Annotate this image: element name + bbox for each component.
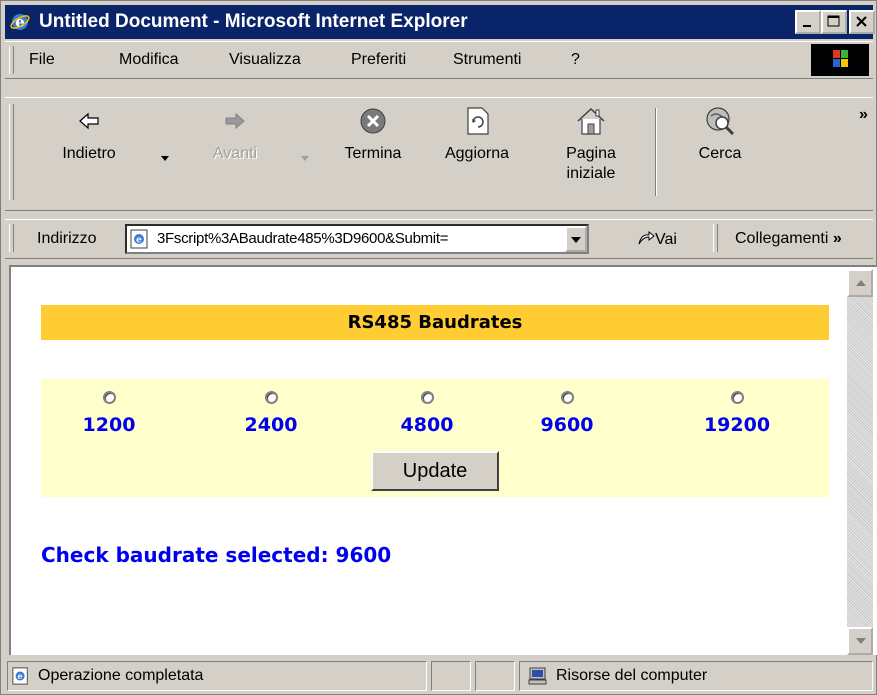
vertical-scrollbar[interactable]: [847, 269, 873, 655]
scroll-up-button[interactable]: [847, 269, 873, 297]
menu-visualizza[interactable]: Visualizza: [229, 51, 301, 69]
links-grip[interactable]: [713, 224, 718, 252]
baudrate-option-4800[interactable]: 4800: [367, 391, 487, 436]
back-arrow-icon: [79, 112, 99, 130]
back-dropdown-icon[interactable]: [161, 156, 169, 161]
ie-logo-icon: e: [10, 13, 30, 31]
address-grip[interactable]: [9, 224, 14, 252]
maximize-button[interactable]: [821, 10, 847, 34]
stop-button[interactable]: Termina: [335, 104, 411, 164]
close-icon: [856, 16, 867, 27]
browser-window: e Untitled Document - Microsoft Internet…: [0, 0, 877, 695]
status-cell-empty-1: [431, 661, 471, 691]
status-zone: Risorse del computer: [556, 667, 708, 684]
refresh-icon: [467, 107, 489, 135]
address-dropdown-button[interactable]: [565, 226, 587, 252]
standard-toolbar: Indietro Avanti Termina Aggiorna Pagina …: [5, 97, 873, 211]
baudrate-label: 4800: [400, 414, 454, 436]
menu-help[interactable]: ?: [571, 51, 580, 69]
window-title: Untitled Document - Microsoft Internet E…: [39, 11, 468, 32]
forward-dropdown-icon[interactable]: [301, 156, 309, 161]
toolbar-grip[interactable]: [9, 104, 14, 200]
svg-text:e: e: [18, 671, 23, 681]
computer-icon: [528, 667, 547, 685]
close-button[interactable]: [849, 10, 875, 34]
address-label: Indirizzo: [37, 230, 97, 247]
page-heading: RS485 Baudrates: [41, 305, 829, 340]
back-label: Indietro: [62, 145, 116, 162]
links-label: Collegamenti: [735, 230, 829, 247]
page-done-icon: e: [12, 667, 28, 685]
radio-4800[interactable]: [420, 391, 434, 404]
go-label: Vai: [655, 231, 677, 248]
baudrate-option-1200[interactable]: 1200: [49, 391, 169, 436]
search-globe-icon: [706, 107, 735, 136]
search-button[interactable]: Cerca: [685, 104, 755, 164]
stop-icon: [360, 108, 386, 134]
address-input[interactable]: e 3Fscript%3ABaudrate485%3D9600&Submit=: [125, 224, 589, 254]
menu-bar: File Modifica Visualizza Preferiti Strum…: [5, 41, 873, 79]
refresh-button[interactable]: Aggiorna: [435, 104, 519, 164]
status-bar: e Operazione completata Risorse del comp…: [5, 659, 873, 693]
go-arrow-icon: [638, 230, 655, 245]
address-bar: Indirizzo e 3Fscript%3ABaudrate485%3D960…: [5, 219, 873, 259]
toolbar-separator: [655, 108, 657, 196]
selected-baudrate-text: Check baudrate selected: 9600: [41, 543, 392, 567]
home-icon: [577, 107, 605, 135]
radio-1200[interactable]: [102, 391, 116, 404]
baudrate-label: 9600: [540, 414, 594, 436]
scroll-down-button[interactable]: [847, 627, 873, 655]
baudrate-label: 19200: [703, 414, 771, 436]
page-ie-icon: e: [130, 229, 148, 249]
home-label: Pagina iniziale: [566, 145, 616, 182]
minimize-icon: [803, 25, 811, 27]
menu-strumenti[interactable]: Strumenti: [453, 51, 521, 69]
address-url: 3Fscript%3ABaudrate485%3D9600&Submit=: [157, 230, 449, 247]
page-content: RS485 Baudrates 1200 2400 4800 9600 1920…: [13, 269, 845, 653]
forward-label: Avanti: [212, 145, 258, 162]
go-button[interactable]: Vai: [637, 230, 677, 249]
refresh-label: Aggiorna: [444, 145, 510, 162]
toolbar-more-chevron[interactable]: »: [859, 106, 868, 124]
baudrate-label: 2400: [244, 414, 298, 436]
menu-file[interactable]: File: [29, 51, 55, 69]
status-zone-cell: Risorse del computer: [519, 661, 873, 691]
forward-button[interactable]: Avanti: [203, 104, 267, 164]
forward-arrow-icon: [225, 112, 245, 130]
baudrate-panel: 1200 2400 4800 9600 19200 Update: [41, 379, 829, 497]
menu-preferiti[interactable]: Preferiti: [351, 51, 406, 69]
back-button[interactable]: Indietro: [57, 104, 121, 164]
menu-grip[interactable]: [9, 46, 14, 74]
status-message: Operazione completata: [38, 667, 204, 684]
links-button[interactable]: Collegamenti »: [735, 230, 842, 248]
home-button[interactable]: Pagina iniziale: [553, 104, 629, 184]
baudrate-label: 1200: [82, 414, 136, 436]
status-message-cell: e Operazione completata: [7, 661, 427, 691]
svg-text:e: e: [136, 236, 142, 246]
links-more-chevron[interactable]: »: [833, 230, 842, 247]
update-button[interactable]: Update: [371, 451, 499, 491]
windows-logo-icon: [811, 44, 869, 76]
baudrate-option-2400[interactable]: 2400: [211, 391, 331, 436]
radio-2400[interactable]: [264, 391, 278, 404]
radio-9600[interactable]: [560, 391, 574, 404]
menu-modifica[interactable]: Modifica: [119, 51, 179, 69]
radio-19200[interactable]: [730, 391, 744, 404]
stop-label: Termina: [344, 145, 402, 162]
maximize-icon: [827, 15, 840, 27]
title-bar: e Untitled Document - Microsoft Internet…: [5, 5, 875, 39]
search-label: Cerca: [698, 145, 742, 162]
status-cell-empty-2: [475, 661, 515, 691]
minimize-button[interactable]: [795, 10, 821, 34]
baudrate-option-9600[interactable]: 9600: [507, 391, 627, 436]
baudrate-option-19200[interactable]: 19200: [677, 391, 797, 436]
